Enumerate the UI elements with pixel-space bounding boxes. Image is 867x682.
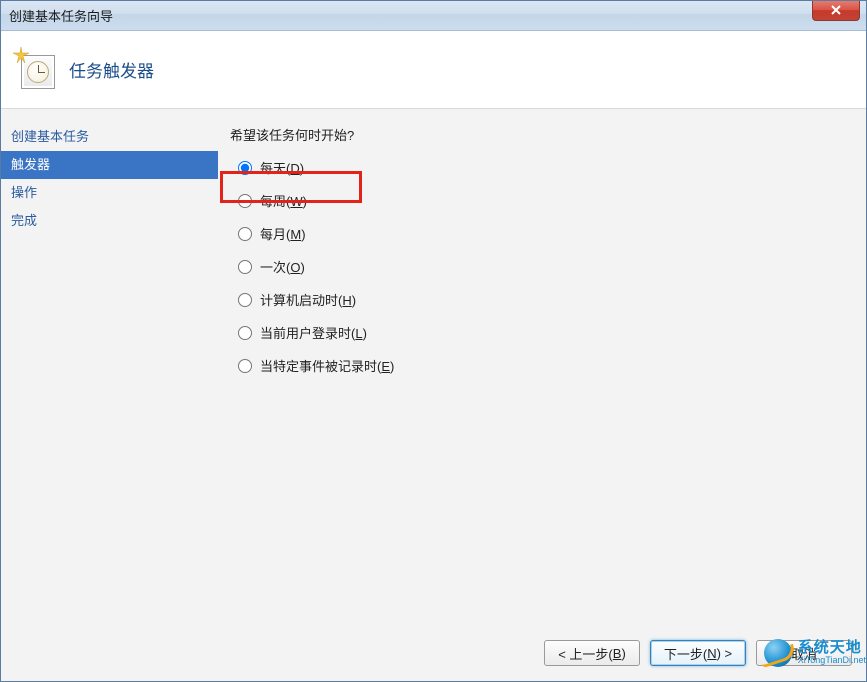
step-trigger[interactable]: 触发器 xyxy=(1,151,218,179)
trigger-options: 每天(D) 每周(W) 每月(M) 一次(O) 计算机启动时(H) xyxy=(238,158,850,375)
close-icon xyxy=(830,5,842,15)
option-on-event-label: 当特定事件被记录时(E) xyxy=(260,356,394,375)
option-weekly[interactable]: 每周(W) xyxy=(238,191,850,210)
option-at-logon[interactable]: 当前用户登录时(L) xyxy=(238,323,850,342)
radio-daily[interactable] xyxy=(238,161,252,175)
option-weekly-label: 每周(W) xyxy=(260,191,307,210)
close-button[interactable] xyxy=(812,1,860,21)
wizard-steps-sidebar: 创建基本任务 触发器 操作 完成 xyxy=(1,109,218,625)
window-title: 创建基本任务向导 xyxy=(9,6,113,25)
wizard-window: 创建基本任务向导 任务触发器 创建基本任务 触发器 操作 完成 xyxy=(0,0,867,682)
option-at-startup-label: 计算机启动时(H) xyxy=(260,290,356,309)
option-at-logon-label: 当前用户登录时(L) xyxy=(260,323,367,342)
option-daily-label: 每天(D) xyxy=(260,158,304,177)
titlebar: 创建基本任务向导 xyxy=(1,1,866,31)
page-title: 任务触发器 xyxy=(69,57,154,82)
back-button[interactable]: < 上一步(B) xyxy=(544,640,640,666)
option-once-label: 一次(O) xyxy=(260,257,305,276)
wizard-body: 创建基本任务 触发器 操作 完成 希望该任务何时开始? 每天(D) 每周(W) … xyxy=(1,109,866,625)
radio-on-event[interactable] xyxy=(238,359,252,373)
option-once[interactable]: 一次(O) xyxy=(238,257,850,276)
radio-once[interactable] xyxy=(238,260,252,274)
step-action[interactable]: 操作 xyxy=(1,179,218,207)
radio-weekly[interactable] xyxy=(238,194,252,208)
wizard-header: 任务触发器 xyxy=(1,31,866,109)
trigger-prompt: 希望该任务何时开始? xyxy=(230,125,850,144)
task-scheduler-icon xyxy=(17,51,55,89)
radio-monthly[interactable] xyxy=(238,227,252,241)
next-button[interactable]: 下一步(N) > xyxy=(650,640,746,666)
option-on-event[interactable]: 当特定事件被记录时(E) xyxy=(238,356,850,375)
option-monthly[interactable]: 每月(M) xyxy=(238,224,850,243)
option-daily[interactable]: 每天(D) xyxy=(238,158,850,177)
cancel-button[interactable]: 取消 xyxy=(756,640,852,666)
radio-at-startup[interactable] xyxy=(238,293,252,307)
step-create-basic-task[interactable]: 创建基本任务 xyxy=(1,123,218,151)
wizard-content: 希望该任务何时开始? 每天(D) 每周(W) 每月(M) 一次(O) xyxy=(218,109,866,625)
step-finish[interactable]: 完成 xyxy=(1,207,218,235)
option-monthly-label: 每月(M) xyxy=(260,224,306,243)
radio-at-logon[interactable] xyxy=(238,326,252,340)
wizard-footer: < 上一步(B) 下一步(N) > 取消 xyxy=(1,625,866,681)
option-at-startup[interactable]: 计算机启动时(H) xyxy=(238,290,850,309)
